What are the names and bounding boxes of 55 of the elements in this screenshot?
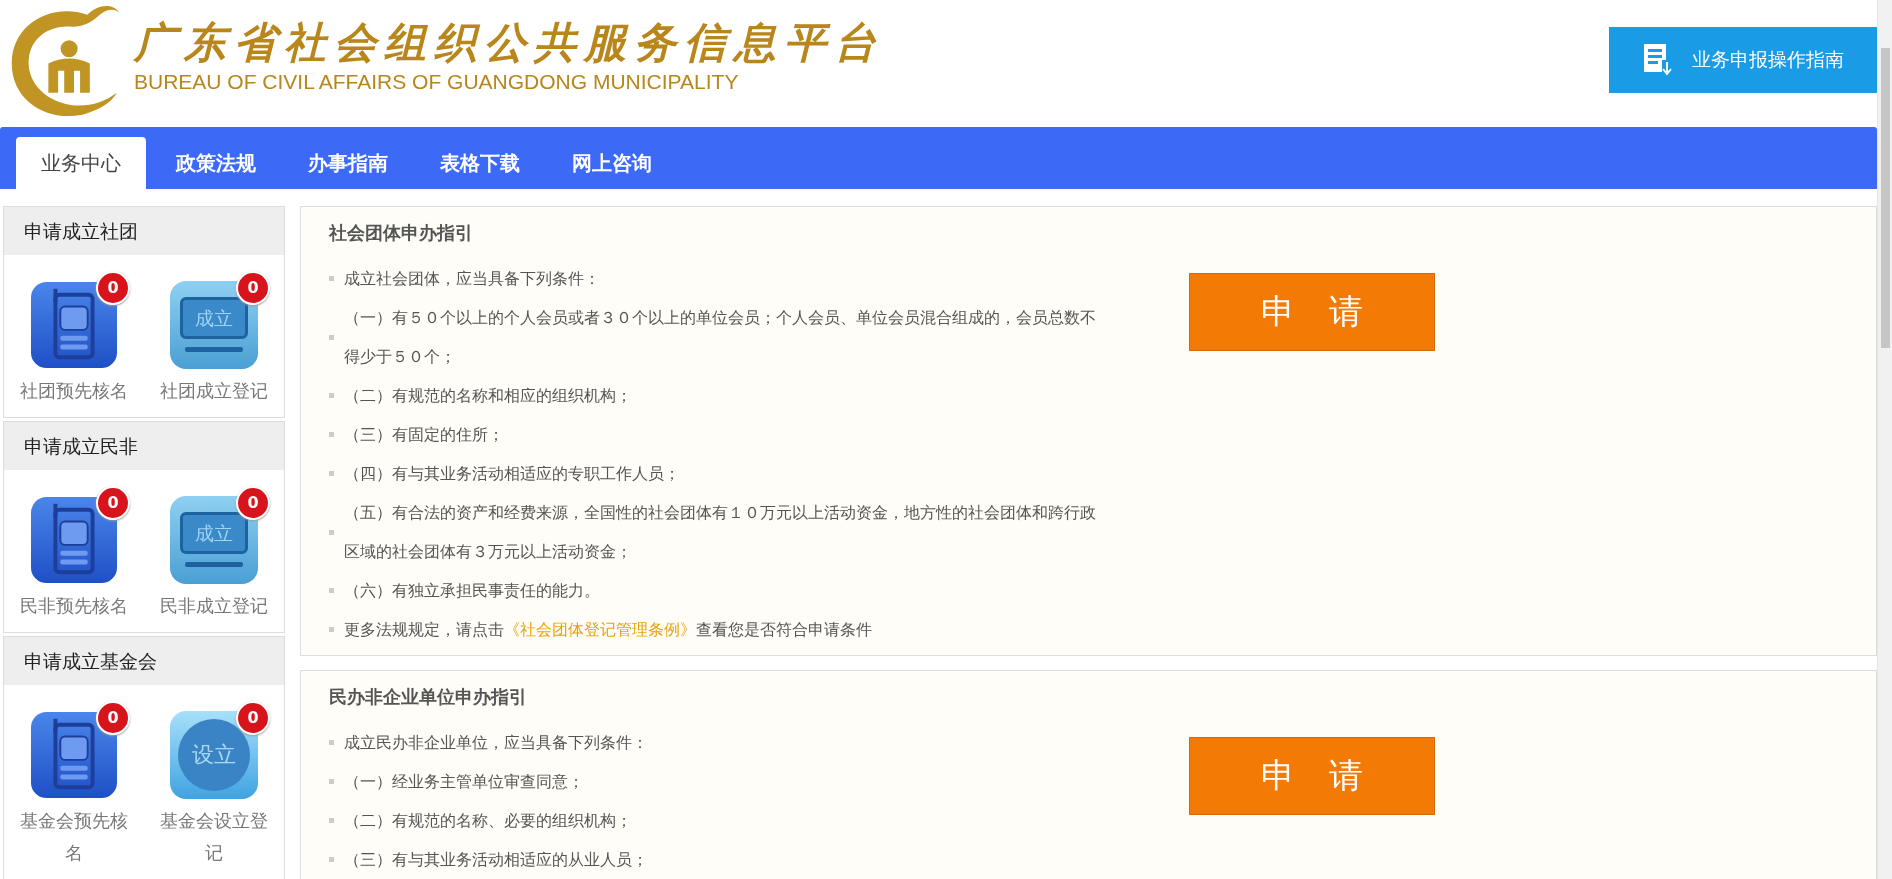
site-title: 广东省社会组织公共服务信息平台 [134, 17, 884, 69]
bullet-icon [329, 529, 334, 535]
bullet-icon [329, 471, 334, 476]
nav-tab[interactable]: 表格下载 [414, 137, 546, 189]
bullet-icon [329, 588, 334, 593]
card-title: 社会团体申办指引 [329, 221, 474, 245]
guide-text: （一）经业务主管单位审查同意； [344, 771, 584, 793]
bullet-icon [329, 857, 334, 862]
bullet-icon [329, 276, 334, 281]
phone-icon[interactable] [30, 496, 118, 584]
guide-text: 成立社会团体，应当具备下列条件： [344, 268, 600, 290]
guide-text: （二）有规范的名称、必要的组织机构； [344, 810, 632, 832]
bullet-icon [329, 627, 334, 632]
item-label[interactable]: 民非预先核名 [15, 590, 133, 622]
scrollbar[interactable] [1877, 0, 1892, 879]
guide-text: （二）有规范的名称和相应的组织机构； [344, 385, 632, 407]
bullet-icon [329, 818, 334, 823]
bullet-icon [329, 779, 334, 784]
bullet-icon [329, 432, 334, 437]
item-label[interactable]: 民非成立登记 [155, 590, 273, 622]
group-title: 申请成立基金会 [4, 637, 284, 685]
apply-button[interactable]: 申 请 [1189, 273, 1435, 351]
site-subtitle: BUREAU OF CIVIL AFFAIRS OF GUANGDONG MUNICIPALITY [134, 70, 740, 95]
nav-tab[interactable]: 业务中心 [16, 137, 146, 189]
count-badge: 0 [236, 486, 270, 520]
bullet-icon [329, 740, 334, 745]
group-title: 申请成立民非 [4, 422, 284, 470]
guide-text: （三）有与其业务活动相适应的从业人员； [344, 849, 648, 871]
guide-text: 成立民办非企业单位，应当具备下列条件： [344, 732, 648, 754]
guide-text: （四）有与其业务活动相适应的专职工作人员； [344, 463, 680, 485]
count-badge: 0 [96, 486, 130, 520]
card-title: 民办非企业单位申办指引 [329, 685, 528, 709]
count-badge: 0 [96, 271, 130, 305]
nav-tab[interactable]: 网上咨询 [546, 137, 678, 189]
guide-text: 更多法规规定，请点击《社会团体登记管理条例》查看您是否符合申请条件 [344, 619, 872, 641]
bullet-icon [329, 334, 334, 340]
item-label[interactable]: 社团预先核名 [15, 375, 133, 407]
nav-tab[interactable]: 办事指南 [282, 137, 414, 189]
guide-text: （六）有独立承担民事责任的能力。 [344, 580, 600, 602]
count-badge: 0 [236, 271, 270, 305]
guide-text: （三）有固定的住所； [344, 424, 504, 446]
phone-icon[interactable] [30, 281, 118, 369]
nav-tab[interactable]: 政策法规 [150, 137, 282, 189]
guide-text: （一）有５０个以上的个人会员或者３０个以上的单位会员；个人会员、单位会员混合组成的，会员总数不得少于５０个； [344, 307, 1097, 368]
guide-text: （五）有合法的资产和经费来源，全国性的社会团体有１０万元以上活动资金，地方性的社会团体和跨行政区域的社会团体有３万元以上活动资金； [344, 502, 1097, 563]
guide-button[interactable]: 业务申报操作指南 [1609, 27, 1877, 93]
item-label[interactable]: 社团成立登记 [155, 375, 273, 407]
apply-button[interactable]: 申 请 [1189, 737, 1435, 815]
bullet-icon [329, 393, 334, 398]
item-label[interactable]: 基金会预先核名 [15, 805, 133, 869]
count-badge: 0 [236, 701, 270, 735]
count-badge: 0 [96, 701, 130, 735]
group-title: 申请成立社团 [4, 207, 284, 255]
item-label[interactable]: 基金会设立登记 [155, 805, 273, 869]
phone-icon[interactable] [30, 711, 118, 799]
